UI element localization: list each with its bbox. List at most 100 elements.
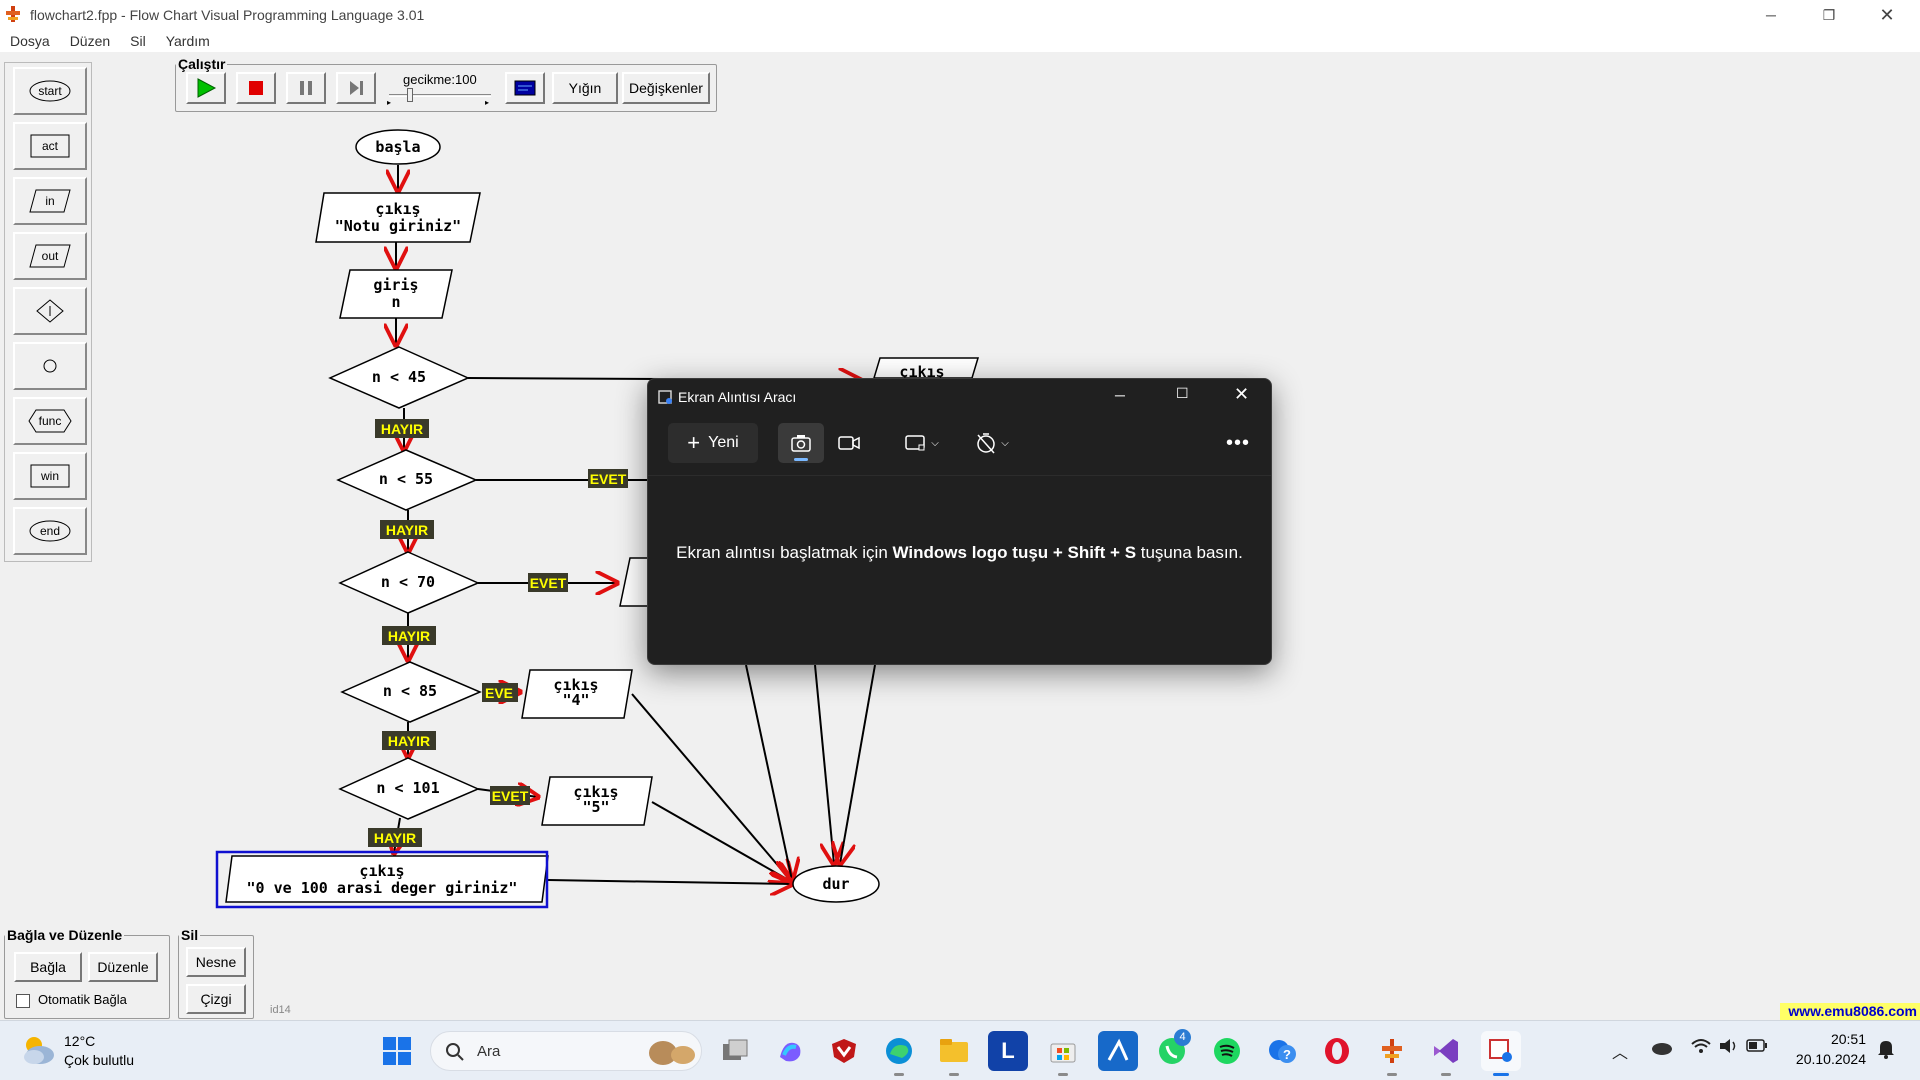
search-placeholder: Ara (477, 1043, 501, 1060)
windows-logo-icon (383, 1037, 411, 1065)
taskview-icon[interactable] (715, 1031, 755, 1071)
edge-out4-end (631, 693, 792, 882)
tray-chevron-up-icon[interactable]: ︿ (1612, 1039, 1628, 1063)
onedrive-icon[interactable] (1650, 1039, 1674, 1058)
whatsapp-badge: 4 (1174, 1029, 1191, 1046)
outlast-line2: "0 ve 100 arasi deger giriniz" (247, 879, 518, 897)
snip-delay-dropdown[interactable]: ⌵ (966, 423, 1018, 463)
help-icon[interactable]: ? (1262, 1031, 1302, 1071)
whatsapp-icon[interactable]: 4 (1152, 1029, 1192, 1071)
status-id: id14 (270, 1004, 291, 1016)
flowchart-app-icon[interactable] (1372, 1031, 1412, 1076)
yes-label-5: EVET (492, 788, 529, 804)
in1-line2: n (391, 293, 400, 311)
snip-app-icon (658, 390, 672, 404)
out1-line2: "Notu giriniz" (335, 217, 461, 235)
snip-close-icon[interactable]: ✕ (1234, 384, 1249, 405)
cloudy-weather-icon (24, 1037, 54, 1064)
connect-edit-label: Bağla ve Düzenle (7, 927, 123, 943)
no-timer-icon (977, 433, 995, 454)
snip-minimize-icon[interactable]: ─ (1115, 387, 1125, 403)
snip-toolbar: + Yeni ⌵ ⌵ ••• (648, 423, 1271, 469)
edge-icon[interactable] (879, 1031, 919, 1076)
no-label-5: HAYIR (374, 830, 416, 846)
snip-new-label: Yeni (708, 434, 739, 451)
edge-b-end (814, 664, 834, 864)
more-options-icon[interactable]: ••• (1218, 423, 1258, 463)
mcafee-icon[interactable] (824, 1031, 864, 1071)
auto-connect-label: Otomatik Bağla (38, 992, 127, 1007)
d3-text: n < 70 (381, 573, 435, 591)
yes-label-2: EVET (590, 471, 627, 487)
writer-app-icon[interactable] (1098, 1031, 1138, 1071)
out1-line1: çıkış (375, 200, 420, 218)
plus-icon: + (687, 430, 701, 455)
d4-text: n < 85 (383, 682, 437, 700)
no-label-4: HAYIR (388, 733, 430, 749)
weather-temp: 12°C (64, 1033, 96, 1049)
opera-icon[interactable] (1317, 1031, 1357, 1071)
snip-hint-pre: Ekran alıntısı başlatmak için (676, 543, 893, 562)
d1-text: n < 45 (372, 368, 426, 386)
store-icon[interactable] (1043, 1031, 1083, 1076)
chevron-down-icon: ⌵ (1001, 437, 1009, 449)
snip-new-button[interactable]: + Yeni (668, 423, 758, 463)
battery-icon[interactable] (1746, 1039, 1768, 1056)
svg-text:?: ? (1283, 1047, 1291, 1062)
edge-c-end (840, 664, 876, 864)
end-text: dur (822, 875, 849, 893)
spotify-icon[interactable] (1207, 1031, 1247, 1071)
delete-object-button[interactable]: Nesne (186, 947, 246, 977)
chevron-down-icon: ⌵ (931, 437, 939, 449)
start-button[interactable] (377, 1031, 417, 1071)
copilot-icon[interactable] (770, 1031, 810, 1071)
weather-widget[interactable] (20, 1033, 56, 1070)
snip-title-bar: Ekran Alıntısı Aracı ─ ☐ ✕ (648, 379, 1271, 415)
snip-shape-dropdown[interactable]: ⌵ (896, 423, 948, 463)
snip-photo-mode-button[interactable] (778, 423, 824, 463)
taskbar-search[interactable]: Ara (430, 1031, 702, 1071)
rectangle-snip-icon (905, 435, 925, 451)
auto-connect-checkbox[interactable] (16, 994, 30, 1008)
visual-studio-icon[interactable] (1426, 1031, 1466, 1076)
snipping-tool-taskbar-icon[interactable] (1481, 1031, 1521, 1076)
edge-out5-end (651, 801, 792, 882)
file-explorer-icon[interactable] (934, 1031, 974, 1076)
weather-desc: Çok bulutlu (64, 1052, 135, 1068)
outlast-line1: çıkış (359, 862, 404, 880)
snipping-tool-window: Ekran Alıntısı Aracı ─ ☐ ✕ + Yeni ⌵ ⌵ ••… (647, 378, 1272, 665)
yes-label-3: EVET (530, 575, 567, 591)
snip-hint-post: tuşuna basın. (1136, 543, 1243, 562)
l-app-icon[interactable]: L (988, 1031, 1028, 1071)
snip-maximize-icon[interactable]: ☐ (1176, 385, 1189, 402)
no-label-2: HAYIR (386, 522, 428, 538)
taskbar: 12°C Çok bulutlu Ara L 4 ? ︿ 20:51 20.10… (0, 1020, 1920, 1080)
in1-line1: giriş (373, 276, 418, 294)
out4-line2: "4" (562, 691, 589, 709)
edit-button[interactable]: Düzenle (88, 952, 158, 982)
start-text: başla (375, 138, 420, 156)
wifi-icon[interactable] (1690, 1037, 1712, 1058)
connect-button[interactable]: Bağla (14, 952, 82, 982)
delete-line-button[interactable]: Çizgi (186, 984, 246, 1014)
camera-icon (791, 435, 811, 452)
out5-line2: "5" (582, 798, 609, 816)
edge-a-end (745, 664, 792, 880)
snip-video-mode-button[interactable] (826, 423, 872, 463)
no-label-3: HAYIR (388, 628, 430, 644)
emu8086-link[interactable]: www.emu8086.com (1780, 1003, 1920, 1020)
notifications-icon[interactable] (1876, 1039, 1896, 1062)
clock-date[interactable]: 20.10.2024 (1780, 1051, 1866, 1067)
video-icon (838, 436, 860, 450)
volume-icon[interactable] (1718, 1037, 1740, 1058)
search-icon (446, 1043, 464, 1061)
d5-text: n < 101 (376, 779, 439, 797)
yes-label-4: EVE (485, 685, 513, 701)
d2-text: n < 55 (379, 470, 433, 488)
no-label-1: HAYIR (381, 421, 423, 437)
snip-title: Ekran Alıntısı Aracı (678, 389, 797, 405)
snip-hint-message: Ekran alıntısı başlatmak için Windows lo… (648, 543, 1271, 563)
delete-group-label: Sil (181, 927, 199, 943)
snip-hint-shortcut: Windows logo tuşu + Shift + S (892, 543, 1137, 562)
clock-time[interactable]: 20:51 (1780, 1031, 1866, 1047)
